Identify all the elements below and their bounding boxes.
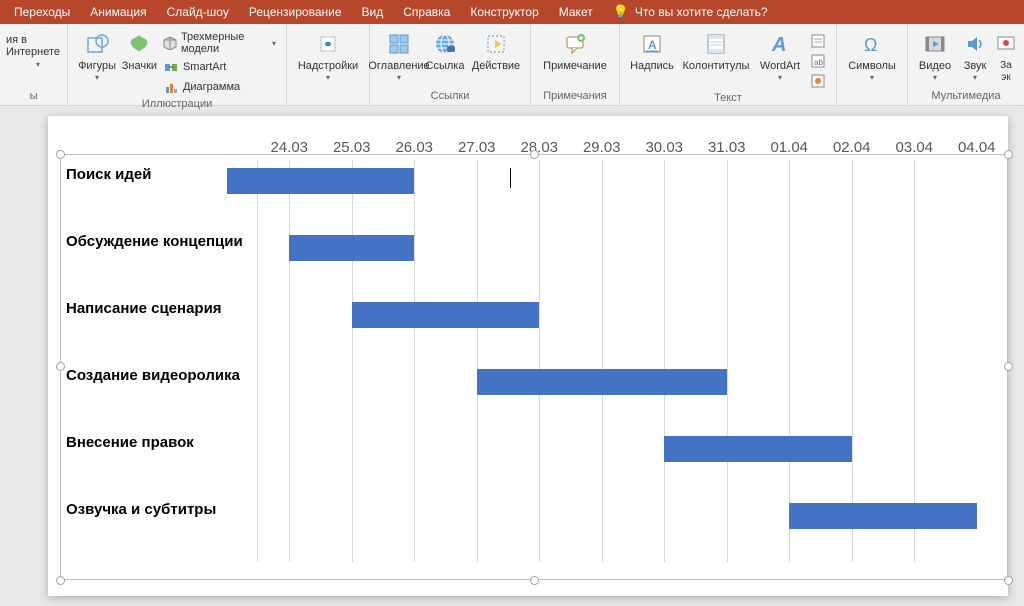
svg-text:A: A bbox=[648, 38, 657, 52]
group-label-text: Текст bbox=[626, 90, 830, 107]
group-label-addins bbox=[293, 88, 363, 105]
tab-review[interactable]: Рецензирование bbox=[239, 1, 352, 23]
addins-button[interactable]: Надстройки ▾ bbox=[293, 26, 363, 82]
cutoff-left-label: ия в Интернете bbox=[6, 26, 61, 58]
lightbulb-icon: 💡 bbox=[613, 4, 629, 20]
svg-text:A: A bbox=[771, 34, 786, 56]
action-button[interactable]: Действие bbox=[468, 26, 524, 72]
cube-icon bbox=[163, 35, 177, 51]
ribbon-tabbar: Переходы Анимация Слайд-шоу Рецензирован… bbox=[0, 0, 1024, 24]
3dmodels-button[interactable]: Трехмерные модели ▾ bbox=[159, 30, 280, 56]
sel-handle-se[interactable] bbox=[1004, 576, 1013, 585]
shapes-icon bbox=[83, 30, 111, 58]
headerfooter-icon bbox=[702, 30, 730, 58]
tab-slideshow[interactable]: Слайд-шоу bbox=[157, 1, 239, 23]
textbox-button[interactable]: A Надпись bbox=[626, 26, 678, 72]
video-icon bbox=[921, 30, 949, 58]
group-label-symbols bbox=[843, 88, 901, 105]
sel-handle-w[interactable] bbox=[56, 362, 65, 371]
video-button[interactable]: Видео ▾ bbox=[914, 26, 956, 82]
sel-handle-nw[interactable] bbox=[56, 150, 65, 159]
tab-help[interactable]: Справка bbox=[393, 1, 460, 23]
text-extra-3[interactable] bbox=[806, 72, 830, 90]
group-label-media: Мультимедиа bbox=[914, 88, 1018, 105]
sel-handle-n[interactable] bbox=[530, 150, 539, 159]
omega-icon: Ω bbox=[858, 30, 886, 58]
smartart-button[interactable]: SmartArt bbox=[159, 58, 280, 76]
toc-button[interactable]: Оглавление ▾ bbox=[376, 26, 422, 82]
tab-view[interactable]: Вид bbox=[352, 1, 394, 23]
audio-button[interactable]: Звук ▾ bbox=[956, 26, 994, 82]
audio-icon bbox=[961, 30, 989, 58]
svg-text:Ω: Ω bbox=[864, 35, 877, 55]
wordart-button[interactable]: A WordArt ▾ bbox=[754, 26, 806, 82]
toc-icon bbox=[385, 30, 413, 58]
tab-transitions[interactable]: Переходы bbox=[4, 1, 80, 23]
sel-handle-ne[interactable] bbox=[1004, 150, 1013, 159]
slide-canvas[interactable]: 24.03 25.03 26.03 27.03 28.03 29.03 30.0… bbox=[48, 116, 1008, 596]
group-label-comments: Примечания bbox=[537, 88, 613, 105]
shapes-button[interactable]: Фигуры ▾ bbox=[74, 26, 120, 82]
ribbon: ия в Интернете ▾ ы Фигуры ▾ Значки bbox=[0, 24, 1024, 106]
symbols-button[interactable]: Ω Символы ▾ bbox=[843, 26, 901, 82]
screenrec-icon bbox=[992, 30, 1020, 58]
chart-icon bbox=[163, 79, 179, 95]
tell-me-input[interactable]: Что вы хотите сделать? bbox=[635, 5, 768, 19]
sel-handle-sw[interactable] bbox=[56, 576, 65, 585]
group-label-cutoff: ы bbox=[6, 88, 61, 105]
group-label-links: Ссылки bbox=[376, 88, 524, 105]
tab-animation[interactable]: Анимация bbox=[80, 1, 156, 23]
slide-workspace: 24.03 25.03 26.03 27.03 28.03 29.03 30.0… bbox=[0, 106, 1024, 596]
icons-button[interactable]: Значки bbox=[120, 26, 159, 72]
sel-handle-s[interactable] bbox=[530, 576, 539, 585]
wordart-icon: A bbox=[766, 30, 794, 58]
chart-button[interactable]: Диаграмма bbox=[159, 78, 280, 96]
link-button[interactable]: Ссылка bbox=[422, 26, 468, 72]
comment-button[interactable]: Примечание bbox=[537, 26, 613, 72]
smartart-icon bbox=[163, 59, 179, 75]
text-cursor bbox=[510, 168, 511, 188]
text-extra-2[interactable]: ab bbox=[806, 52, 830, 70]
action-icon bbox=[482, 30, 510, 58]
selection-frame bbox=[60, 154, 1008, 580]
headerfooter-button[interactable]: Колонтитулы bbox=[678, 26, 754, 72]
comment-icon bbox=[561, 30, 589, 58]
screenrec-button[interactable]: За эк bbox=[994, 26, 1018, 84]
tab-chart-layout[interactable]: Макет bbox=[549, 1, 603, 23]
icons-icon bbox=[125, 30, 153, 58]
textbox-icon: A bbox=[638, 30, 666, 58]
sel-handle-e[interactable] bbox=[1004, 362, 1013, 371]
svg-text:ab: ab bbox=[814, 58, 823, 67]
addins-icon bbox=[314, 30, 342, 58]
text-extra-1[interactable] bbox=[806, 32, 830, 50]
tab-chart-design[interactable]: Конструктор bbox=[460, 1, 548, 23]
link-icon bbox=[431, 30, 459, 58]
